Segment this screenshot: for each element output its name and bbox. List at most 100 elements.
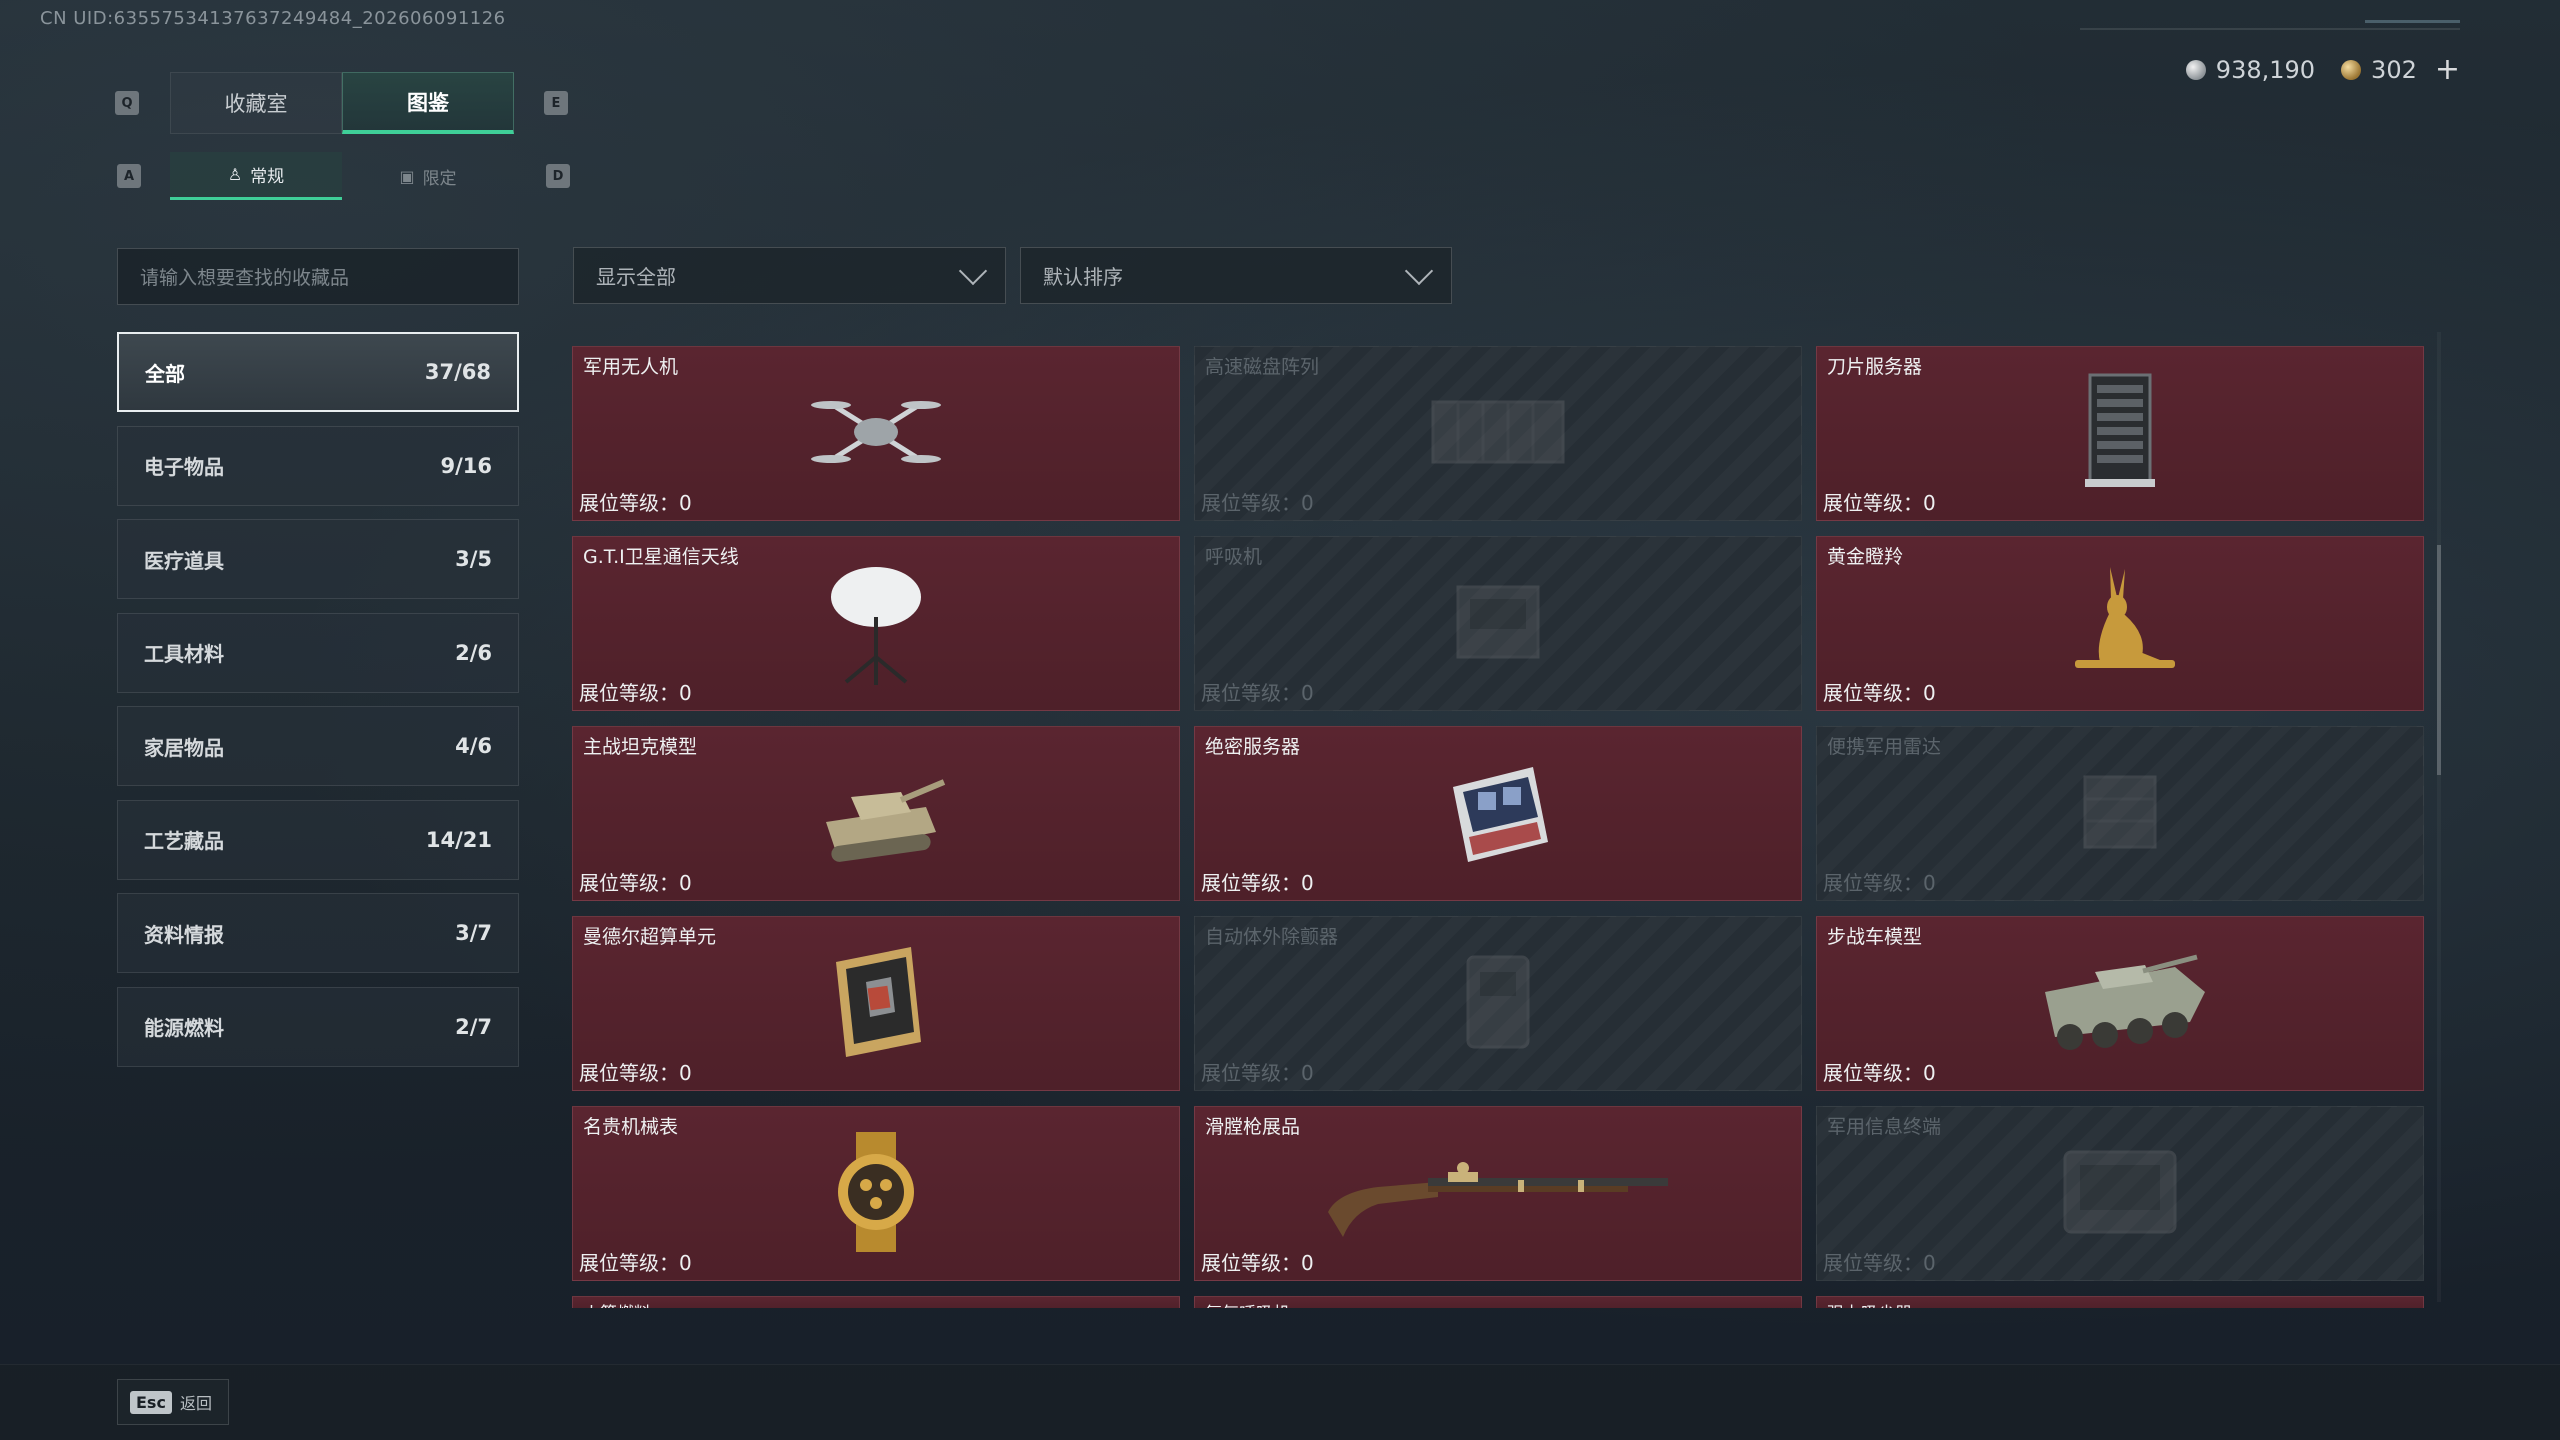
scrollbar-thumb[interactable] xyxy=(2437,545,2441,775)
item-level: 展位等级：0 xyxy=(579,1061,692,1085)
collection-item-card-partial[interactable]: 火箭燃料 xyxy=(572,1296,1180,1308)
filter-dropdown[interactable]: 显示全部 xyxy=(573,247,1006,304)
category-label: 医疗道具 xyxy=(144,548,224,573)
add-currency-button[interactable]: + xyxy=(2435,52,2460,87)
item-name: 高速磁盘阵列 xyxy=(1205,356,1320,378)
supercomputer-unit-icon xyxy=(811,937,941,1071)
collection-item-card[interactable]: 名贵机械表展位等级：0 xyxy=(572,1106,1180,1281)
item-name: G.T.I卫星通信天线 xyxy=(583,546,739,568)
top-divider xyxy=(2080,28,2460,30)
collection-item-card[interactable]: 自动体外除颤器 展位等级：0 xyxy=(1194,916,1802,1091)
item-name: 自动体外除颤器 xyxy=(1205,926,1339,948)
key-hint-d: D xyxy=(546,164,570,188)
collection-item-card[interactable]: 滑膛枪展品展位等级：0 xyxy=(1194,1106,1802,1281)
tab-codex[interactable]: 图鉴 xyxy=(342,72,514,134)
item-name: 黄金瞪羚 xyxy=(1827,546,1904,568)
item-level: 展位等级：0 xyxy=(1823,681,1936,705)
collection-item-card-partial[interactable]: 氧气呼吸机 xyxy=(1194,1296,1802,1308)
collection-item-card[interactable]: 便携军用雷达 展位等级：0 xyxy=(1816,726,2424,901)
blade-server-icon xyxy=(2065,367,2175,501)
main-tabs: 收藏室 图鉴 xyxy=(170,72,514,134)
item-name: 便携军用雷达 xyxy=(1827,736,1942,758)
sub-tabs: ♙ 常规 ▣ 限定 xyxy=(170,152,514,200)
category-count: 3/5 xyxy=(455,547,492,571)
gold-gazelle-icon xyxy=(2055,557,2185,691)
collection-item-card[interactable]: 刀片服务器 展位等级：0 xyxy=(1816,346,2424,521)
silver-currency: 938,190 xyxy=(2185,56,2315,84)
item-name: 曼德尔超算单元 xyxy=(583,926,717,948)
chevron-down-icon xyxy=(958,256,988,285)
uid-label: CN UID:6355753413763724948​4_20260609112… xyxy=(40,8,506,29)
collection-item-card[interactable]: 黄金瞪羚展位等级：0 xyxy=(1816,536,2424,711)
item-name: 强力吸尘器 xyxy=(1827,1299,1912,1308)
scrollbar-track[interactable] xyxy=(2437,332,2441,1302)
item-level: 展位等级：0 xyxy=(1201,681,1314,705)
category-crafts[interactable]: 工艺藏品 14/21 xyxy=(117,799,519,880)
tank-model-icon xyxy=(806,752,946,876)
sort-dropdown[interactable]: 默认排序 xyxy=(1020,247,1452,304)
item-grid: 军用无人机 展位等级：0 高速磁盘阵列 展位等级：0 刀片服务器 展位等级：0 G.T.I卫… xyxy=(572,330,2426,1308)
collection-item-card[interactable]: 曼德尔超算单元展位等级：0 xyxy=(572,916,1180,1091)
item-level: 展位等级：0 xyxy=(1823,1251,1936,1275)
chevron-down-icon xyxy=(1404,256,1434,285)
collection-item-card[interactable]: 军用信息终端展位等级：0 xyxy=(1816,1106,2424,1281)
category-count: 9/16 xyxy=(440,453,492,478)
category-label: 工艺藏品 xyxy=(144,829,224,853)
esc-key-icon: Esc xyxy=(130,1390,172,1414)
collection-item-card[interactable]: G.T.I卫星通信天线展位等级：0 xyxy=(572,536,1180,711)
category-count: 37/68 xyxy=(424,360,491,384)
collection-item-card[interactable]: 呼吸机展位等级：0 xyxy=(1194,536,1802,711)
item-name: 滑膛枪展品 xyxy=(1205,1116,1301,1138)
item-name: 火箭燃料 xyxy=(583,1299,651,1308)
item-name: 绝密服务器 xyxy=(1205,736,1301,758)
key-hint-a: A xyxy=(117,164,141,188)
collection-item-card[interactable]: 主战坦克模型展位等级：0 xyxy=(572,726,1180,901)
sort-value: 默认排序 xyxy=(1043,265,1123,289)
collection-item-card[interactable]: 军用无人机 展位等级：0 xyxy=(572,346,1180,521)
military-terminal-icon xyxy=(2050,1137,2190,1251)
item-level: 展位等级：0 xyxy=(1823,491,1936,515)
item-name: 呼吸机 xyxy=(1205,546,1263,568)
collection-item-card-partial[interactable]: 强力吸尘器 xyxy=(1816,1296,2424,1308)
category-label: 全部 xyxy=(145,361,185,386)
disk-array-icon xyxy=(1418,377,1578,491)
subtab-regular[interactable]: ♙ 常规 xyxy=(170,152,342,200)
frame-icon: ▣ xyxy=(399,166,415,186)
category-label: 家居物品 xyxy=(144,735,224,760)
ventilator-icon xyxy=(1438,567,1558,681)
tab-collection-room[interactable]: 收藏室 xyxy=(170,72,342,134)
category-all[interactable]: 全部 37/68 xyxy=(117,332,519,412)
item-level: 展位等级：0 xyxy=(579,1251,692,1275)
category-electronics[interactable]: 电子物品 9/16 xyxy=(117,425,519,506)
category-count: 4/6 xyxy=(455,734,492,758)
category-tools[interactable]: 工具材料 2/6 xyxy=(117,612,519,693)
collection-item-card[interactable]: 绝密服务器 展位等级：0 xyxy=(1194,726,1802,901)
item-name: 军用信息终端 xyxy=(1827,1116,1942,1138)
category-label: 资料情报 xyxy=(144,922,224,947)
collection-item-card[interactable]: 步战车模型 展位等级：0 xyxy=(1816,916,2424,1091)
back-label: 返回 xyxy=(179,1394,212,1413)
item-level: 展位等级：0 xyxy=(1823,1061,1936,1085)
bottom-bar xyxy=(0,1364,2560,1440)
category-household[interactable]: 家居物品 4/6 xyxy=(117,706,519,786)
subtab-limited[interactable]: ▣ 限定 xyxy=(342,152,514,200)
category-label: 能源燃料 xyxy=(144,1016,224,1040)
item-level: 展位等级：0 xyxy=(579,871,692,895)
category-intel[interactable]: 资料情报 3/7 xyxy=(117,893,519,973)
search-input[interactable]: 请输入想要查找的收藏品 xyxy=(117,248,519,305)
collection-item-card[interactable]: 高速磁盘阵列 展位等级：0 xyxy=(1194,346,1802,521)
filter-value: 显示全部 xyxy=(596,265,676,289)
item-level: 展位等级：0 xyxy=(579,681,692,705)
category-medical[interactable]: 医疗道具 3/5 xyxy=(117,519,519,599)
back-button[interactable]: Esc 返回 xyxy=(117,1379,229,1425)
defibrillator-icon xyxy=(1448,942,1548,1066)
item-name: 名贵机械表 xyxy=(583,1116,679,1138)
musket-icon xyxy=(1318,1142,1678,1246)
category-count: 2/6 xyxy=(455,640,492,665)
category-energy[interactable]: 能源燃料 2/7 xyxy=(117,986,519,1067)
gold-currency: 302 xyxy=(2341,56,2417,84)
secret-server-icon xyxy=(1433,747,1563,881)
item-level: 展位等级：0 xyxy=(1201,1251,1314,1275)
item-name: 军用无人机 xyxy=(583,356,679,378)
item-name: 主战坦克模型 xyxy=(583,736,698,758)
